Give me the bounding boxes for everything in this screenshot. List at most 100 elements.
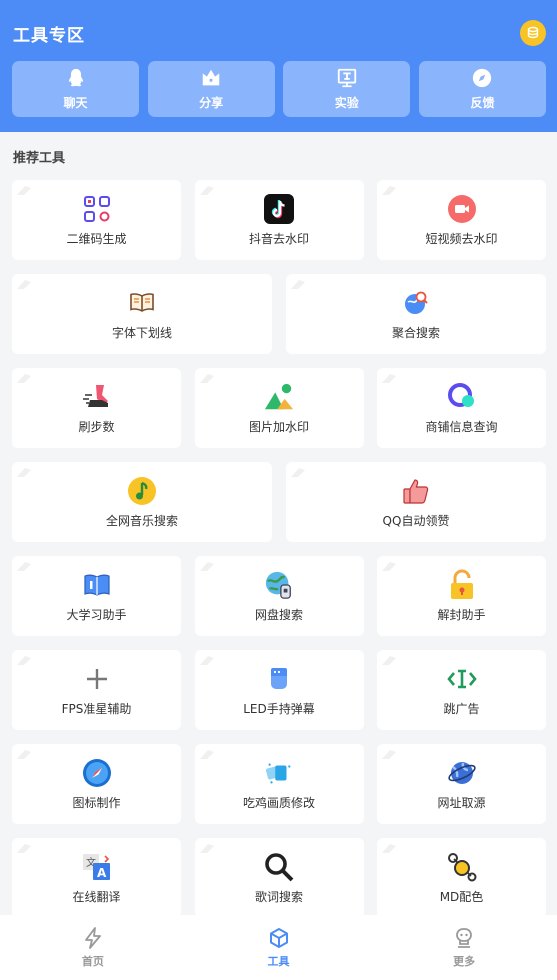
tool-label: 商铺信息查询: [425, 419, 498, 434]
compass-icon: [473, 68, 492, 88]
nav-home[interactable]: 首页: [0, 915, 186, 980]
corner-mark-icon: [199, 656, 214, 665]
tool-lyrics-search[interactable]: 歌词搜索: [194, 838, 364, 918]
tool-label: 聚合搜索: [391, 325, 440, 340]
app-header: 工具专区 聊天 分享 实验 反馈: [0, 0, 557, 132]
corner-mark-icon: [17, 468, 31, 477]
tool-label: 网盘搜索: [254, 607, 303, 622]
tool-label: 刷步数: [78, 419, 115, 434]
planet-icon: [447, 761, 476, 784]
tool-music-search[interactable]: 全网音乐搜索: [12, 462, 272, 542]
corner-mark-icon: [17, 844, 31, 853]
tool-netdisk-search[interactable]: 网盘搜索: [194, 556, 364, 636]
tool-label: FPS准星辅助: [61, 701, 132, 716]
cube-icon: [269, 927, 288, 948]
tool-label: 抖音去水印: [248, 231, 309, 246]
led-hand-icon: [271, 667, 287, 689]
corner-mark-icon: [199, 844, 214, 853]
music-note-icon: [128, 476, 156, 505]
tool-font-underline[interactable]: 字体下划线: [12, 274, 272, 354]
tool-image-watermark[interactable]: 图片加水印: [194, 368, 364, 448]
unlock-icon: [450, 569, 473, 599]
tool-label: MD配色: [439, 889, 484, 904]
tool-translate[interactable]: 文A 在线翻译: [12, 838, 181, 918]
tool-label: 图片加水印: [248, 419, 309, 434]
lab-button[interactable]: 实验: [283, 61, 411, 117]
tool-tiktok-watermark[interactable]: 抖音去水印: [194, 180, 364, 260]
cloud-disk-icon: [265, 571, 291, 599]
tiktok-icon: [264, 193, 294, 224]
tool-led-barrage[interactable]: LED手持弹幕: [194, 650, 364, 730]
corner-mark-icon: [199, 374, 214, 383]
nav-tools-label: 工具: [267, 954, 290, 968]
top-actions: 聊天 分享 实验 反馈: [12, 61, 546, 117]
corner-mark-icon: [17, 656, 31, 665]
translate-icon: 文A: [82, 853, 110, 880]
share-button[interactable]: 分享: [147, 61, 275, 117]
nav-tools[interactable]: 工具: [186, 915, 372, 980]
tool-label: 吃鸡画质修改: [242, 795, 315, 810]
corner-mark-icon: [382, 656, 396, 665]
magnifier-icon: [265, 852, 294, 881]
tool-label: 跳广告: [443, 701, 480, 716]
lab-label: 实验: [334, 96, 359, 110]
tool-shop-info[interactable]: 商铺信息查询: [377, 368, 546, 448]
video-camera-icon: [447, 194, 476, 223]
corner-mark-icon: [199, 750, 214, 759]
tool-label: 大学习助手: [66, 607, 127, 622]
tool-label: 二维码生成: [66, 231, 127, 246]
corner-mark-icon: [291, 280, 305, 289]
tool-icon-maker[interactable]: 图标制作: [12, 744, 181, 824]
corner-mark-icon: [17, 750, 31, 759]
feedback-button[interactable]: 反馈: [418, 61, 546, 117]
mountain-image-icon: [264, 383, 294, 409]
tool-qrcode[interactable]: 二维码生成: [12, 180, 181, 260]
chat-button[interactable]: 聊天: [12, 61, 139, 117]
corner-mark-icon: [17, 374, 31, 383]
section-title: 推荐工具: [13, 151, 66, 166]
tool-label: LED手持弹幕: [243, 701, 315, 716]
shop-search-icon: [447, 382, 474, 407]
corner-mark-icon: [382, 750, 396, 759]
tool-fps-crosshair[interactable]: FPS准星辅助: [12, 650, 181, 730]
lab-icon: [337, 68, 356, 88]
nav-home-label: 首页: [81, 954, 104, 968]
tool-shortvideo-watermark[interactable]: 短视频去水印: [377, 180, 546, 260]
paint-quality-icon: [265, 762, 291, 783]
robot-icon: [456, 927, 473, 948]
corner-mark-icon: [17, 186, 31, 195]
tool-label: 解封助手: [437, 607, 486, 622]
tool-study-helper[interactable]: 大学习助手: [12, 556, 181, 636]
tool-aggregate-search[interactable]: 聚合搜索: [286, 274, 546, 354]
qq-penguin-icon: [68, 68, 83, 87]
corner-mark-icon: [199, 186, 214, 195]
tool-skip-ad[interactable]: 跳广告: [377, 650, 546, 730]
palette-node-icon: [447, 852, 476, 881]
book-icon: [130, 292, 154, 312]
nav-more[interactable]: 更多: [371, 915, 557, 980]
tool-label: 字体下划线: [111, 325, 172, 340]
corner-mark-icon: [382, 562, 396, 571]
tool-grid: 二维码生成 抖音去水印 短视频去水印 字体下划线 聚合搜索 刷步数 图片加水印 …: [12, 180, 546, 932]
corner-mark-icon: [199, 562, 214, 571]
tool-step-count[interactable]: 刷步数: [12, 368, 181, 448]
feedback-label: 反馈: [470, 96, 495, 110]
tool-label: QQ自动领赞: [382, 513, 450, 528]
tool-label: 短视频去水印: [425, 231, 498, 246]
globe-search-icon: [405, 291, 428, 314]
tool-label: 全网音乐搜索: [105, 513, 178, 528]
tool-url-source[interactable]: 网址取源: [377, 744, 546, 824]
crown-icon: [202, 69, 220, 86]
tool-label: 网址取源: [437, 795, 486, 810]
svg-text:A: A: [97, 866, 107, 880]
coin-icon[interactable]: [520, 20, 546, 46]
tool-pubg-graphics[interactable]: 吃鸡画质修改: [194, 744, 364, 824]
tool-qq-like[interactable]: QQ自动领赞: [286, 462, 546, 542]
corner-mark-icon: [382, 844, 396, 853]
tool-unblock-helper[interactable]: 解封助手: [377, 556, 546, 636]
safari-icon: [82, 758, 111, 787]
lightning-icon: [84, 926, 101, 949]
tool-md-color[interactable]: MD配色: [377, 838, 546, 918]
tool-label: 歌词搜索: [254, 889, 303, 904]
nav-more-label: 更多: [453, 954, 476, 968]
